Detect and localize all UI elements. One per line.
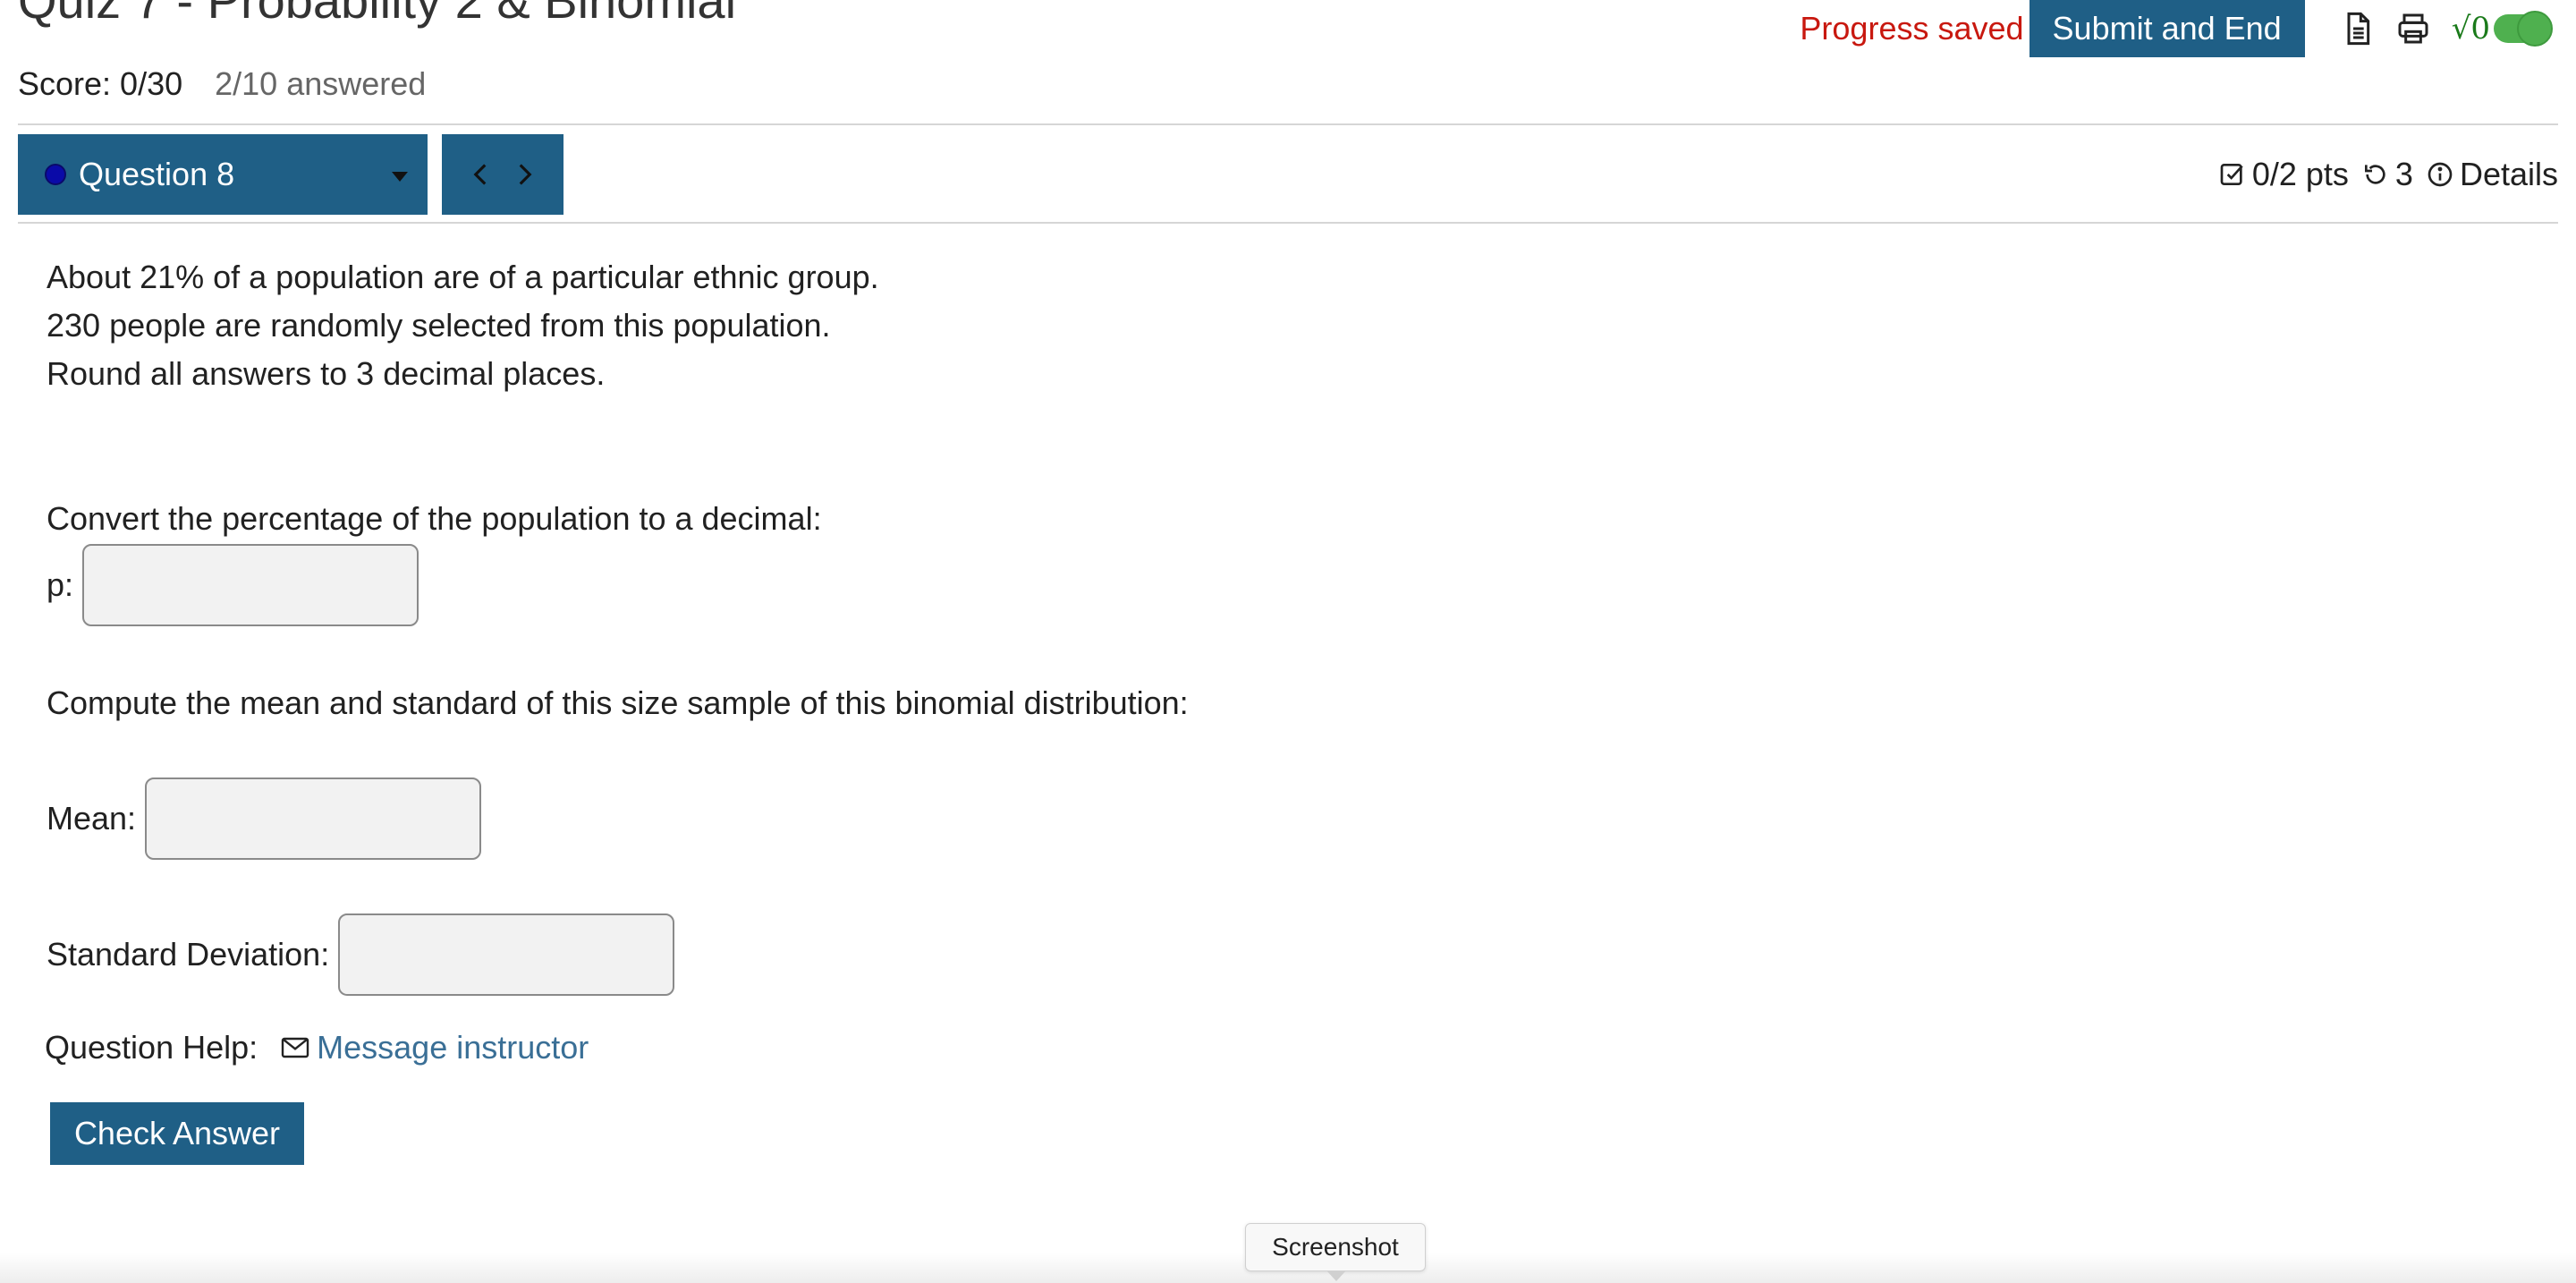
- points-indicator: 0/2 pts: [2218, 156, 2349, 193]
- previous-question-button[interactable]: [464, 158, 496, 191]
- sd-label: Standard Deviation:: [47, 936, 330, 973]
- quiz-title: Quiz 7 - Probability 2 & Binomial: [18, 0, 737, 29]
- question-text-line: 230 people are randomly selected from th…: [47, 307, 831, 344]
- mean-label: Mean:: [47, 800, 137, 837]
- p-field-row: p:: [47, 544, 419, 626]
- submit-and-end-button[interactable]: Submit and End: [2029, 0, 2305, 57]
- part2-prompt: Compute the mean and standard of this si…: [47, 684, 1189, 721]
- mean-input[interactable]: [145, 777, 482, 860]
- p-input[interactable]: [82, 544, 419, 626]
- message-instructor-link[interactable]: Message instructor: [317, 1029, 589, 1066]
- mail-icon: [281, 1037, 309, 1058]
- standard-deviation-input[interactable]: [338, 913, 675, 996]
- print-icon[interactable]: [2394, 10, 2432, 47]
- header-actions: Progress saved Submit and End √0: [1800, 0, 2553, 57]
- current-question-label: Question 8: [79, 156, 235, 192]
- toggle-switch[interactable]: [2494, 11, 2553, 47]
- score-text: Score: 0/30: [18, 65, 183, 102]
- question-text-line: About 21% of a population are of a parti…: [47, 259, 879, 295]
- details-button[interactable]: Details: [2426, 156, 2558, 193]
- question-pager: [442, 134, 564, 215]
- answered-count: 2/10 answered: [215, 65, 427, 102]
- chevron-left-icon: [473, 164, 487, 185]
- screenshot-tooltip: Screenshot: [1245, 1223, 1426, 1281]
- question-help-label: Question Help:: [45, 1029, 258, 1066]
- part1-prompt: Convert the percentage of the population…: [47, 500, 822, 537]
- info-icon: [2428, 162, 2453, 187]
- checkbox-icon: [2220, 164, 2243, 185]
- divider: [18, 123, 2558, 125]
- question-text-line: Round all answers to 3 decimal places.: [47, 355, 606, 392]
- check-answer-button[interactable]: Check Answer: [50, 1102, 304, 1165]
- retry-icon: [2364, 165, 2385, 184]
- question-help: Question Help: Message instructor: [45, 1029, 589, 1066]
- attempts-indicator: 3: [2361, 156, 2413, 193]
- caret-down-icon: [392, 172, 408, 182]
- points-text: 0/2 pts: [2251, 156, 2349, 192]
- p-label: p:: [47, 566, 74, 603]
- sqrt-toggle-icon: √0: [2451, 11, 2490, 47]
- document-icon[interactable]: [2339, 10, 2377, 47]
- question-meta: 0/2 pts 3 Details: [2206, 134, 2558, 215]
- next-question-button[interactable]: [509, 158, 541, 191]
- score-summary: Score: 0/30 2/10 answered: [18, 65, 426, 103]
- mean-field-row: Mean:: [47, 777, 482, 860]
- sd-field-row: Standard Deviation:: [47, 913, 675, 996]
- progress-status: Progress saved: [1800, 10, 2024, 47]
- status-dot-icon: [45, 164, 66, 185]
- question-dropdown[interactable]: Question 8: [18, 134, 428, 215]
- divider: [18, 222, 2558, 224]
- math-display-toggle[interactable]: √0: [2451, 11, 2553, 47]
- chevron-right-icon: [519, 164, 532, 185]
- attempts-text: 3: [2394, 156, 2413, 192]
- details-label: Details: [2459, 156, 2558, 192]
